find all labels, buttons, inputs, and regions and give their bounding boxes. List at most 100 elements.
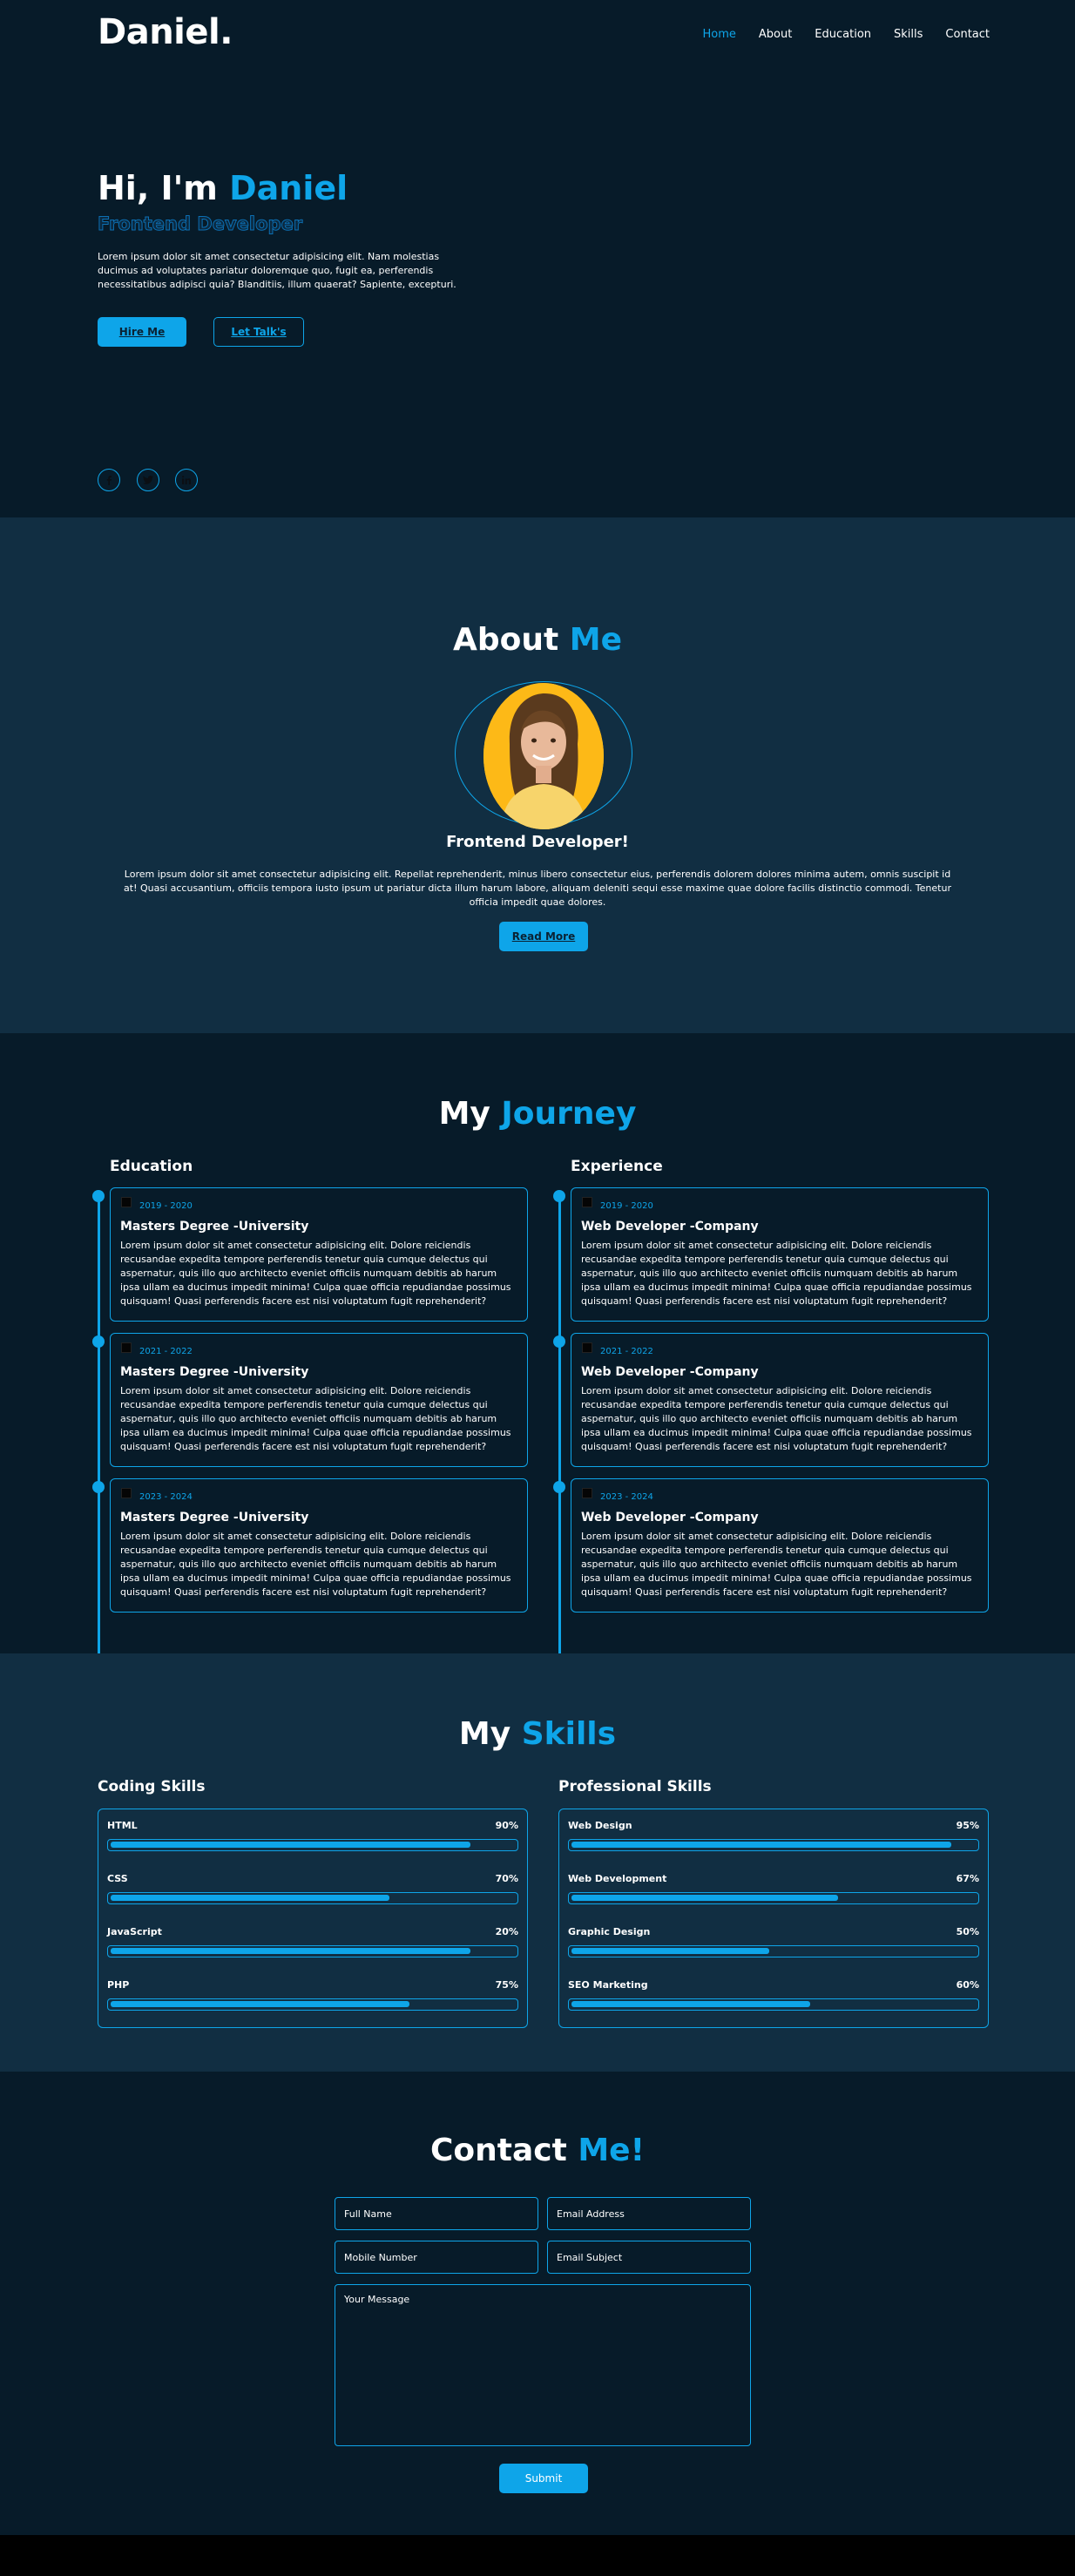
read-more-button[interactable]: Read More (499, 922, 588, 951)
about-title: About Me (0, 622, 1075, 658)
skill-bar (568, 1839, 979, 1851)
skill-percent: 67% (956, 1873, 979, 1884)
nav-about[interactable]: About (759, 28, 792, 41)
subject-input[interactable] (547, 2241, 751, 2274)
experience-card: 2019 - 2020 Web Developer -Company Lorem… (571, 1187, 989, 1322)
linkedin-icon[interactable] (175, 469, 198, 491)
logo[interactable]: Daniel. (98, 12, 233, 52)
skills-title-accent: Skills (521, 1716, 617, 1752)
skill-percent: 90% (495, 1820, 518, 1831)
skills-section: My Skills Coding Skills Professional Ski… (0, 1653, 1075, 2072)
education-heading: Education (110, 1158, 193, 1175)
timeline-dot (92, 1481, 105, 1493)
profile-photo (483, 683, 604, 829)
journey-section: My Journey Education Experience 2019 - 2… (0, 1033, 1075, 1772)
card-title: Web Developer -Company (581, 1365, 759, 1379)
message-textarea[interactable] (335, 2284, 751, 2446)
contact-title-accent: Me! (578, 2133, 646, 2168)
coding-skills-box: HTML 90% CSS 70% JavaScript 20% PHP 75% (98, 1809, 528, 2028)
experience-heading: Experience (571, 1158, 663, 1175)
skill-percent: 75% (495, 1979, 518, 1991)
skill-bar (107, 1839, 518, 1851)
skill-name: CSS (107, 1873, 128, 1884)
card-date: 2023 - 2024 (139, 1492, 193, 1502)
timeline-dot (92, 1335, 105, 1348)
skill-bar (568, 1998, 979, 2011)
education-card: 2023 - 2024 Masters Degree -University L… (110, 1478, 528, 1613)
card-title: Web Developer -Company (581, 1220, 759, 1234)
journey-title-accent: Journey (501, 1096, 637, 1132)
card-title: Web Developer -Company (581, 1511, 759, 1525)
skill-name: Web Development (568, 1873, 667, 1884)
main-nav: Home About Education Skills Contact (702, 28, 990, 41)
skill-percent: 50% (956, 1926, 979, 1937)
experience-card: 2021 - 2022 Web Developer -Company Lorem… (571, 1333, 989, 1467)
professional-skills-box: Web Design 95% Web Development 67% Graph… (558, 1809, 989, 2028)
timeline-dot (553, 1335, 565, 1348)
card-date: 2019 - 2020 (139, 1201, 193, 1211)
timeline-dot (92, 1190, 105, 1202)
calendar-icon (121, 1342, 132, 1353)
skill-bar (107, 1945, 518, 1957)
submit-button[interactable]: Submit (499, 2464, 588, 2493)
skill-bar (107, 1892, 518, 1904)
facebook-icon[interactable] (98, 469, 120, 491)
footer (0, 2535, 1075, 2576)
education-card: 2019 - 2020 Masters Degree -University L… (110, 1187, 528, 1322)
skill-bar-fill (111, 1842, 470, 1848)
about-role: Frontend Developer! (446, 833, 629, 851)
nav-home[interactable]: Home (702, 28, 735, 41)
timeline-dot (553, 1481, 565, 1493)
about-title-text: About (453, 622, 559, 658)
twitter-icon[interactable] (137, 469, 159, 491)
card-date: 2021 - 2022 (600, 1347, 653, 1356)
email-input[interactable] (547, 2197, 751, 2230)
nav-education[interactable]: Education (815, 28, 871, 41)
hero-description: Lorem ipsum dolor sit amet consectetur a… (98, 251, 456, 290)
mobile-input[interactable] (335, 2241, 538, 2274)
card-date: 2023 - 2024 (600, 1492, 653, 1502)
portfolio-page: Daniel. Home About Education Skills Cont… (0, 0, 1075, 2576)
card-date: 2021 - 2022 (139, 1347, 193, 1356)
card-title: Masters Degree -University (120, 1365, 309, 1379)
about-title-accent: Me (569, 622, 622, 658)
about-section: About Me Frontend Developer! Lorem ipsum… (0, 517, 1075, 1033)
skill-bar-fill (571, 2001, 810, 2007)
skill-name: Web Design (568, 1820, 632, 1831)
full-name-input[interactable] (335, 2197, 538, 2230)
skill-percent: 70% (495, 1873, 518, 1884)
hero-greeting: Hi, I'm (98, 169, 218, 207)
professional-skills-heading: Professional Skills (558, 1778, 712, 1795)
contact-section: Contact Me! Submit (0, 2072, 1075, 2535)
hero-role: Frontend Developer (97, 213, 303, 235)
nav-skills[interactable]: Skills (894, 28, 923, 41)
header: Daniel. Home About Education Skills Cont… (0, 0, 1075, 71)
skill-bar (107, 1998, 518, 2011)
card-text: Lorem ipsum dolor sit amet consectetur a… (120, 1240, 511, 1307)
skill-bar (568, 1945, 979, 1957)
experience-card: 2023 - 2024 Web Developer -Company Lorem… (571, 1478, 989, 1613)
journey-title: My Journey (0, 1096, 1075, 1132)
card-text: Lorem ipsum dolor sit amet consectetur a… (581, 1531, 972, 1598)
calendar-icon (582, 1342, 592, 1353)
calendar-icon (582, 1488, 592, 1498)
skills-title: My Skills (0, 1716, 1075, 1752)
skill-percent: 95% (956, 1820, 979, 1831)
skill-bar-fill (111, 1895, 390, 1901)
skill-name: PHP (107, 1979, 130, 1991)
contact-title: Contact Me! (0, 2133, 1075, 2168)
skill-percent: 20% (495, 1926, 518, 1937)
lets-talk-button[interactable]: Let Talk's (213, 317, 304, 347)
hero-name: Daniel (229, 169, 348, 207)
card-date: 2019 - 2020 (600, 1201, 653, 1211)
calendar-icon (582, 1197, 592, 1207)
skill-bar-fill (111, 2001, 410, 2007)
skill-name: JavaScript (107, 1926, 162, 1937)
card-title: Masters Degree -University (120, 1511, 309, 1525)
hire-me-button[interactable]: Hire Me (98, 317, 186, 347)
skill-percent: 60% (956, 1979, 979, 1991)
nav-contact[interactable]: Contact (945, 28, 990, 41)
card-text: Lorem ipsum dolor sit amet consectetur a… (581, 1385, 972, 1452)
skill-bar-fill (571, 1948, 770, 1954)
contact-title-text: Contact (429, 2133, 567, 2168)
